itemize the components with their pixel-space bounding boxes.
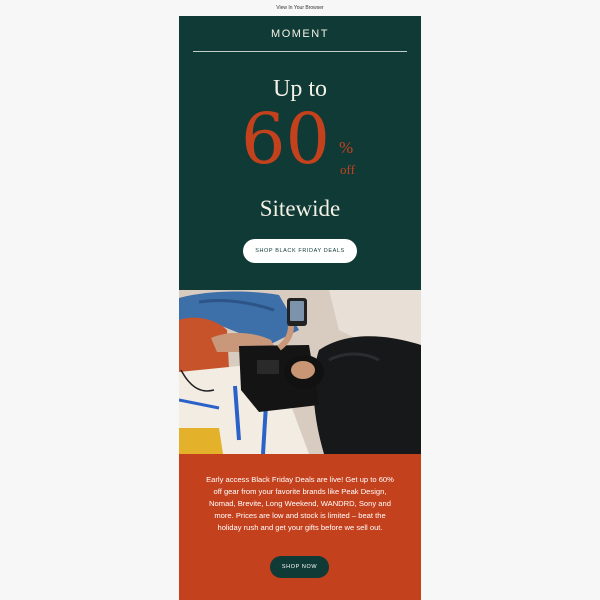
header-divider	[193, 51, 407, 52]
email-body: MOMENT Up to 60 % off Sitewide SHOP BLAC…	[179, 16, 421, 600]
percent-sign: %	[339, 138, 354, 157]
lifestyle-photo[interactable]	[179, 290, 421, 454]
view-in-browser-link[interactable]: View In Your Browser	[0, 0, 600, 16]
brand-logo[interactable]: MOMENT	[179, 28, 421, 40]
lifestyle-photo-illustration	[179, 290, 421, 454]
promo-section: Early access Black Friday Deals are live…	[179, 454, 421, 600]
shop-black-friday-deals-button[interactable]: SHOP BLACK FRIDAY DEALS	[243, 239, 357, 263]
hero-section: MOMENT Up to 60 % off Sitewide SHOP BLAC…	[179, 16, 421, 290]
shop-now-button[interactable]: SHOP NOW	[270, 556, 329, 578]
view-in-browser-label[interactable]: View In Your Browser	[276, 5, 323, 11]
discount-number: 60	[241, 98, 331, 180]
sitewide-text: Sitewide	[259, 196, 341, 221]
off-label: off	[340, 162, 355, 177]
promo-body-text: Early access Black Friday Deals are live…	[206, 475, 394, 532]
